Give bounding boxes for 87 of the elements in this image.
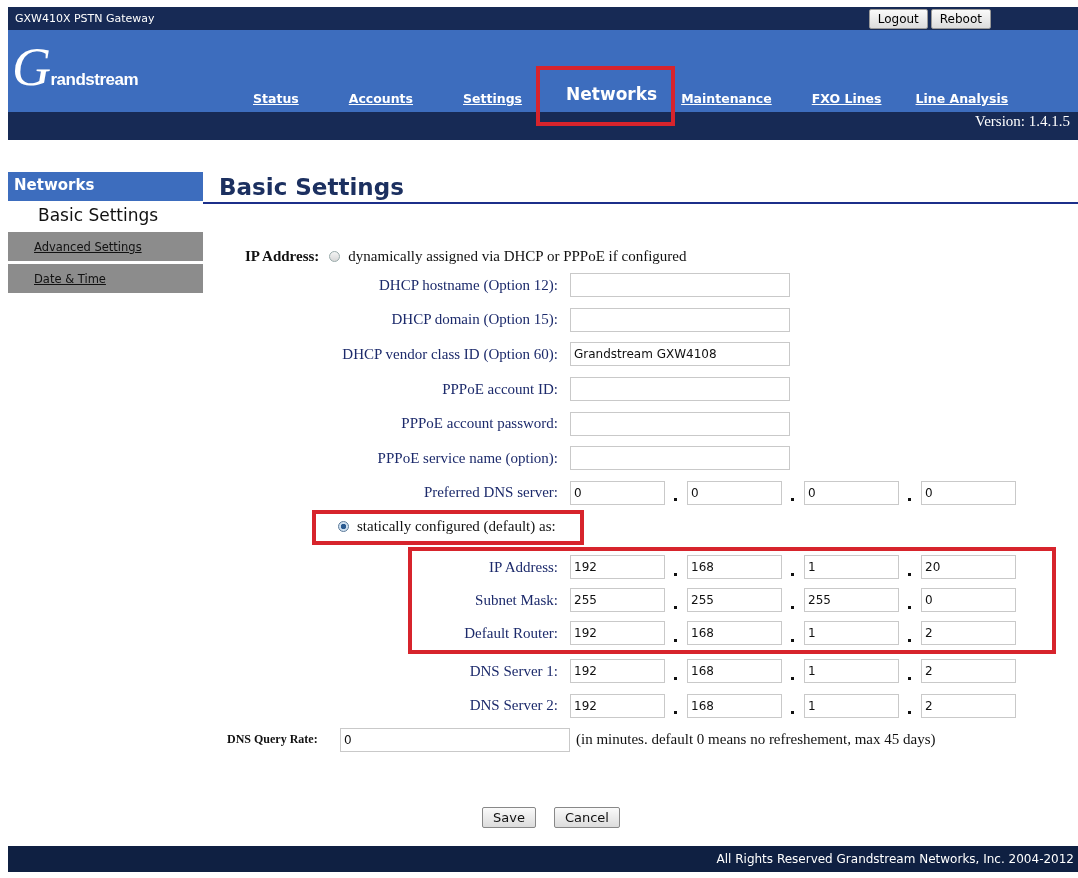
input-field[interactable] (570, 446, 790, 471)
octet-separator (791, 638, 794, 642)
field-label: PPPoE account password: (400, 415, 559, 433)
octet-separator (791, 572, 794, 576)
nav-tab[interactable]: Line Analysis (915, 91, 1009, 112)
input-field[interactable] (570, 307, 790, 332)
octet-separator (674, 711, 677, 715)
octet-field[interactable]: 192 (570, 621, 665, 646)
field-label: DNS Server 2: (468, 697, 559, 715)
field-label: Preferred DNS server: (422, 484, 559, 502)
version-text: Version: 1.4.1.5 (975, 113, 1070, 130)
header-button[interactable]: Logout (868, 8, 928, 29)
octet-separator (791, 711, 794, 715)
footer-text: All Rights Reserved Grandstream Networks, Inc. 2004-2012 (716, 851, 1074, 866)
octet-separator (908, 498, 911, 502)
sidebar-item[interactable]: Advanced Settings (8, 232, 203, 261)
field-label: DNS Server 1: (468, 662, 559, 680)
octet-field[interactable]: 20 (921, 555, 1016, 580)
octet-separator (674, 605, 677, 609)
octet-separator (674, 498, 677, 502)
field-label: DHCP hostname (Option 12): (377, 276, 559, 294)
octet-separator (908, 638, 911, 642)
radio-button[interactable] (329, 250, 341, 262)
field-label: DHCP domain (Option 15): (390, 311, 559, 329)
octet-field[interactable]: 168 (687, 693, 782, 718)
octet-field[interactable]: 1 (804, 555, 899, 580)
octet-field[interactable]: 168 (687, 659, 782, 684)
octet-field[interactable]: 255 (570, 588, 665, 613)
field-label: PPPoE account ID: (441, 380, 559, 398)
field-label: Default Router: (463, 624, 559, 642)
octet-field[interactable]: 1 (804, 659, 899, 684)
octet-field[interactable]: 168 (687, 555, 782, 580)
octet-separator (908, 711, 911, 715)
octet-separator (791, 498, 794, 502)
octet-field[interactable]: 255 (804, 588, 899, 613)
field-label: IP Address: (487, 558, 559, 576)
sidebar-item[interactable]: Date & Time (8, 264, 203, 293)
nav-tab[interactable]: Status (253, 91, 299, 112)
radio-option[interactable]: statically configured (default) as: (312, 509, 584, 545)
product-title: GXW410X PSTN Gateway (15, 12, 155, 25)
octet-separator (791, 676, 794, 680)
nav-tab[interactable]: Networks (536, 66, 676, 126)
octet-field[interactable]: 192 (570, 555, 665, 580)
octet-field[interactable]: 1 (804, 693, 899, 718)
octet-field[interactable]: 0 (921, 588, 1016, 613)
input-field[interactable] (570, 411, 790, 436)
octet-field[interactable]: 168 (687, 621, 782, 646)
octet-field[interactable]: 2 (921, 621, 1016, 646)
field-label: IP Address: (245, 247, 320, 265)
octet-separator (674, 638, 677, 642)
form-button[interactable]: Cancel (553, 806, 620, 828)
field-hint: (in minutes. default 0 means no refreshement, max 45 days) (576, 731, 936, 749)
octet-field[interactable]: 0 (570, 480, 665, 505)
sidebar-title: Networks (8, 172, 203, 201)
octet-separator (908, 676, 911, 680)
field-label: Subnet Mask: (474, 591, 559, 609)
radio-button[interactable] (338, 520, 349, 532)
octet-separator (908, 605, 911, 609)
input-field[interactable]: 0 (340, 727, 570, 752)
header-button[interactable]: Reboot (930, 8, 991, 29)
nav-tab[interactable]: Maintenance (681, 91, 772, 112)
octet-field[interactable]: 0 (687, 480, 782, 505)
field-label: DHCP vendor class ID (Option 60): (341, 346, 559, 363)
input-field[interactable] (570, 377, 790, 402)
page-title: Basic Settings (203, 172, 1078, 204)
octet-separator (791, 605, 794, 609)
octet-field[interactable]: 0 (921, 480, 1016, 505)
octet-field[interactable]: 1 (804, 621, 899, 646)
octet-field[interactable]: 0 (804, 480, 899, 505)
radio-option[interactable]: dynamically assigned via DHCP or PPPoE if configured (325, 243, 691, 269)
nav-tab[interactable]: Settings (463, 91, 523, 112)
octet-separator (674, 676, 677, 680)
logo: Grandstream (12, 36, 139, 98)
octet-field[interactable]: 255 (687, 588, 782, 613)
octet-field[interactable]: 2 (921, 659, 1016, 684)
octet-field[interactable]: 2 (921, 693, 1016, 718)
nav-tab[interactable]: Accounts (348, 91, 414, 112)
form-button[interactable]: Save (482, 806, 536, 828)
octet-separator (674, 572, 677, 576)
input-field[interactable] (570, 273, 790, 298)
octet-field[interactable]: 192 (570, 659, 665, 684)
field-label: DNS Query Rate: (227, 732, 319, 748)
nav-tab[interactable]: FXO Lines (811, 91, 882, 112)
field-label: PPPoE service name (option): (376, 449, 559, 467)
octet-field[interactable]: 192 (570, 693, 665, 718)
octet-separator (908, 572, 911, 576)
input-field[interactable]: Grandstream GXW4108 (570, 342, 790, 367)
